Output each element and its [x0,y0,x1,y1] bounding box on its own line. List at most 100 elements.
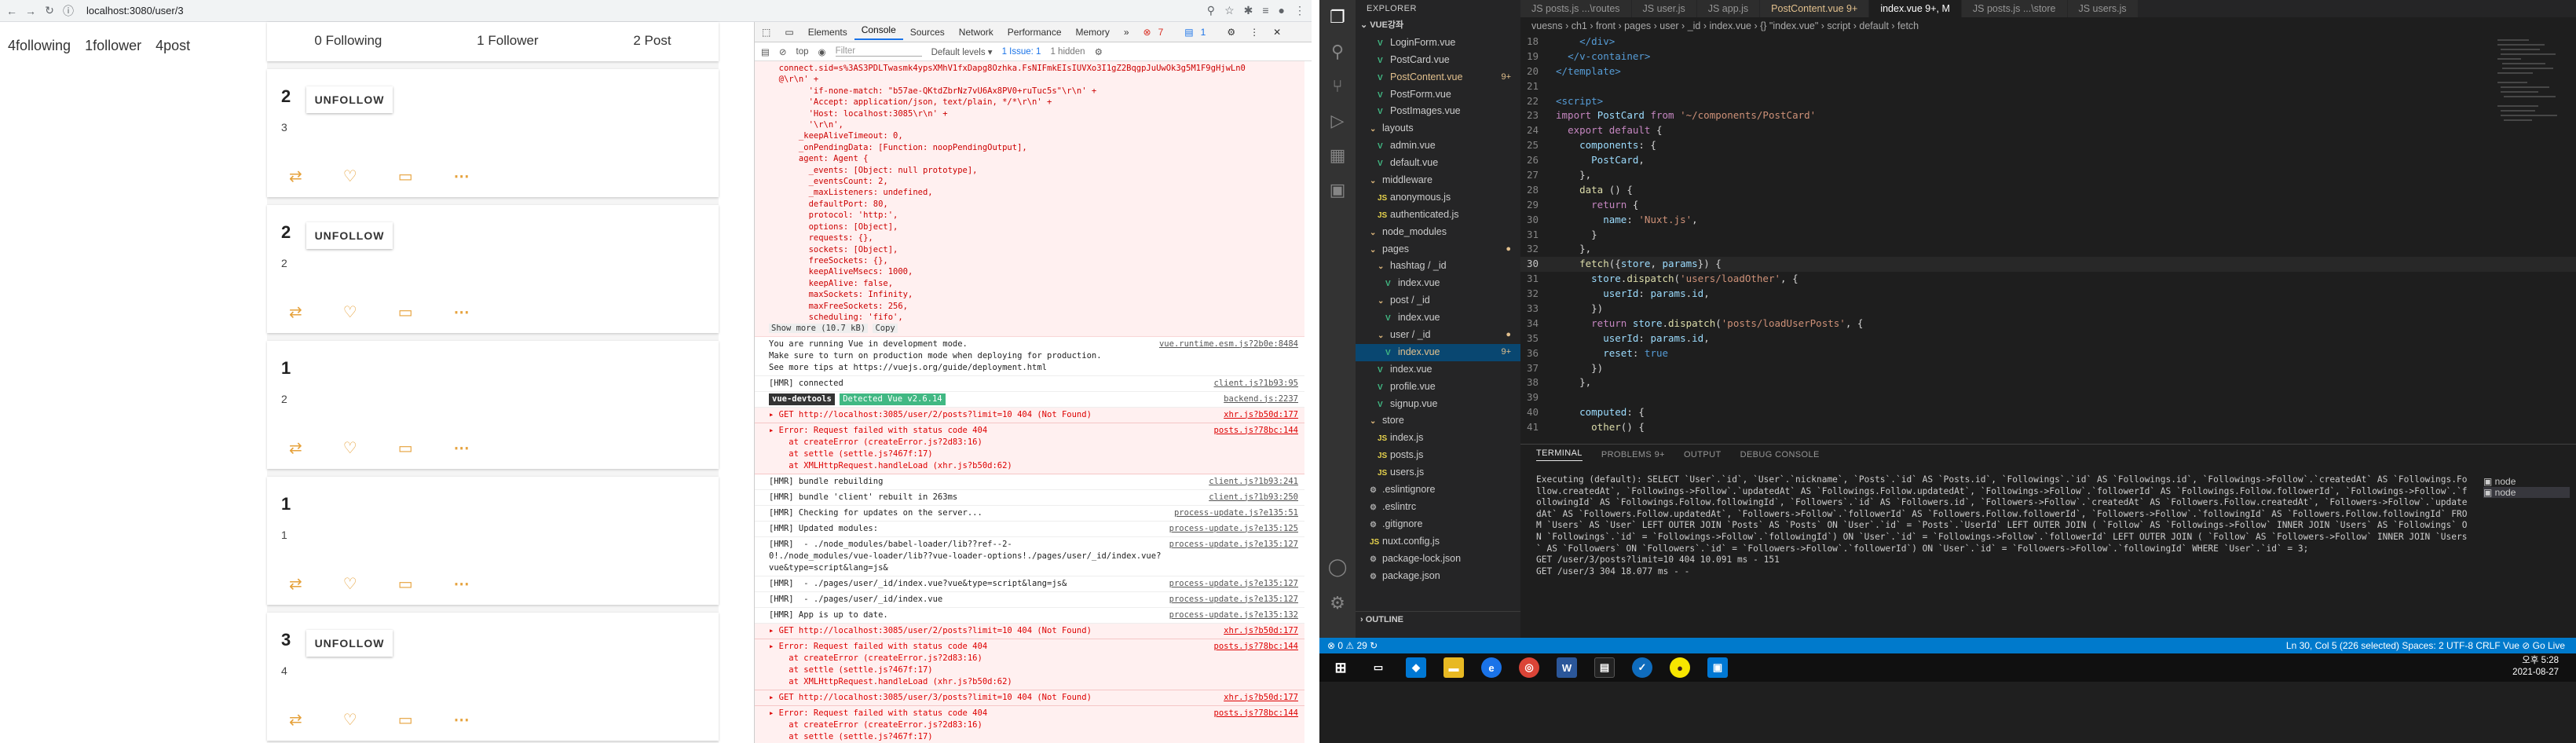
source-link[interactable]: posts.js?78bc:144 [1214,641,1298,653]
source-link[interactable]: client.js?1b93:241 [1209,476,1298,488]
kakaotalk-icon[interactable]: ● [1670,657,1690,678]
remote-icon[interactable]: ▣ [1319,173,1356,207]
explorer-item[interactable]: ⚙ .eslintignore [1356,481,1520,499]
unfollow-button[interactable]: UNFOLLOW [306,222,393,249]
source-link[interactable]: client.js?1b93:250 [1209,492,1298,503]
explorer-item[interactable]: JS posts.js [1356,447,1520,464]
explorer-item[interactable]: Vindex.vue [1356,275,1520,292]
tab-network[interactable]: Network [952,27,1001,38]
explorer-item[interactable]: V PostImages.vue [1356,103,1520,120]
comment-icon[interactable]: ▭ [398,302,413,322]
levels-dropdown[interactable]: Default levels ▾ [931,46,993,57]
todo-icon[interactable]: ✓ [1632,657,1652,678]
source-link[interactable]: posts.js?78bc:144 [1214,708,1298,719]
devtools-menu-icon[interactable]: ⋮ [1242,27,1266,38]
comment-icon[interactable]: ▭ [398,710,413,730]
url-input[interactable]: localhost:3080/user/3 [86,5,184,16]
show-more-button[interactable]: Show more (10.7 kB) [769,324,869,334]
sidebar-toggle-icon[interactable]: ▤ [761,46,770,57]
explorer-item[interactable]: JS users.js [1356,464,1520,481]
extensions-icon[interactable]: ✱ [1244,4,1253,17]
editor-tab[interactable]: JS posts.js ...\routes [1520,0,1632,17]
explorer-item[interactable]: Vadmin.vue [1356,137,1520,155]
retweet-icon[interactable]: ⇄ [289,710,302,730]
explorer-item[interactable]: ⌄ post / _id [1356,292,1520,309]
unfollow-button[interactable]: UNFOLLOW [306,86,393,113]
system-clock[interactable]: 오후 5:28 2021-08-27 [2512,655,2559,679]
source-link[interactable]: xhr.js?b50d:177 [1224,692,1298,704]
tab-elements[interactable]: Elements [801,27,854,38]
source-control-icon[interactable]: ⑂ [1319,69,1356,104]
editor-tab[interactable]: JS users.js [2067,0,2139,17]
vscode-taskbar-icon[interactable]: ◆ [1406,657,1426,678]
unfollow-button[interactable]: UNFOLLOW [306,630,393,657]
retweet-icon[interactable]: ⇄ [289,574,302,594]
run-debug-icon[interactable]: ▷ [1319,104,1356,138]
issues-link[interactable]: 1 Issue: 1 [1002,47,1041,57]
heart-icon[interactable]: ♡ [343,710,357,730]
explorer-item[interactable]: ⌄ node_modules [1356,224,1520,241]
search-icon[interactable]: ⚲ [1319,35,1356,69]
filter-input[interactable]: Filter [835,46,922,57]
code-editor[interactable]: 18 </div> 19 </v-container> 20 </template> 2… [1520,35,2576,444]
source-link[interactable]: process-update.js?e135:127 [1169,578,1298,590]
explorer-item[interactable]: Vindex.vue [1356,361,1520,379]
close-icon[interactable]: ✕ [1266,27,1288,38]
error-count-badge[interactable]: ⊗ 7 [1136,27,1178,38]
manage-gear-icon[interactable]: ⚙ [1319,586,1356,620]
context-select[interactable]: top [796,47,809,57]
heart-icon[interactable]: ♡ [343,438,357,458]
message-count-badge[interactable]: ▤ 1 [1177,27,1220,38]
explorer-item[interactable]: ⚙ package-lock.json [1356,551,1520,568]
more-icon[interactable]: ⋯ [454,302,470,322]
heart-icon[interactable]: ♡ [343,574,357,594]
edge-browser-icon[interactable]: e [1481,657,1502,678]
more-icon[interactable]: ⋯ [454,438,470,458]
retweet-icon[interactable]: ⇄ [289,167,302,186]
explorer-item[interactable]: V PostCard.vue [1356,52,1520,69]
editor-tab[interactable]: JS posts.js ...\store [1961,0,2068,17]
heart-icon[interactable]: ♡ [343,302,357,322]
explorer-item[interactable]: JS index.js [1356,430,1520,447]
copy-button[interactable]: Copy [873,324,898,334]
terminal-output[interactable]: Executing (default): SELECT `User`.`id`,… [1536,474,2471,577]
tab-performance[interactable]: Performance [1001,27,1069,38]
sticky-notes-icon[interactable]: ▤ [1594,657,1615,678]
workspace-folder[interactable]: ⌄ VUE강좌 [1356,17,1520,35]
reading-list-icon[interactable]: ≡ [1262,4,1268,17]
chrome-icon[interactable]: ◎ [1519,657,1539,678]
explorer-item[interactable]: Vdefault.vue [1356,155,1520,172]
comment-icon[interactable]: ▭ [398,167,413,186]
accounts-icon[interactable]: ◯ [1319,550,1356,584]
device-toggle-icon[interactable]: ▭ [778,27,800,38]
more-icon[interactable]: ⋯ [454,167,470,186]
explorer-item[interactable]: JS authenticated.js [1356,207,1520,224]
clear-console-icon[interactable]: ⊘ [779,46,787,57]
editor-tab[interactable]: JS app.js [1696,0,1761,17]
explorer-item[interactable]: V PostForm.vue [1356,86,1520,104]
comment-icon[interactable]: ▭ [398,574,413,594]
file-explorer-icon[interactable]: ▬ [1444,657,1464,678]
minimap[interactable] [2494,35,2565,239]
explorer-item[interactable]: ⚙ .eslintrc [1356,499,1520,516]
menu-icon[interactable]: ⋮ [1294,4,1305,17]
tab-console[interactable]: Console [854,24,903,40]
explorer-item[interactable]: ⌄ middleware [1356,172,1520,189]
retweet-icon[interactable]: ⇄ [289,438,302,458]
tab-sources[interactable]: Sources [903,27,952,38]
explorer-item[interactable]: ⌄ hashtag / _id [1356,258,1520,275]
explorer-item[interactable]: ⌄ user / _id ● [1356,327,1520,344]
terminal-item[interactable]: ▣ node [2483,476,2570,487]
source-link[interactable]: xhr.js?b50d:177 [1224,409,1298,421]
source-link[interactable]: process-update.js?e135:127 [1169,539,1298,551]
editor-tab[interactable]: JS user.js [1631,0,1697,17]
more-tabs-icon[interactable]: » [1117,27,1136,38]
explorer-item[interactable]: Vindex.vue 9+ [1356,343,1520,361]
tab-debug-console[interactable]: DEBUG CONSOLE [1740,450,1820,459]
reload-icon[interactable]: ↻ [42,4,57,17]
back-icon[interactable]: ← [5,5,19,17]
terminal-item[interactable]: ▣ node [2483,487,2570,498]
console-settings-icon[interactable]: ⚙ [1095,46,1103,57]
editor-tab[interactable]: PostContent.vue 9+ [1760,0,1870,17]
retweet-icon[interactable]: ⇄ [289,302,302,322]
